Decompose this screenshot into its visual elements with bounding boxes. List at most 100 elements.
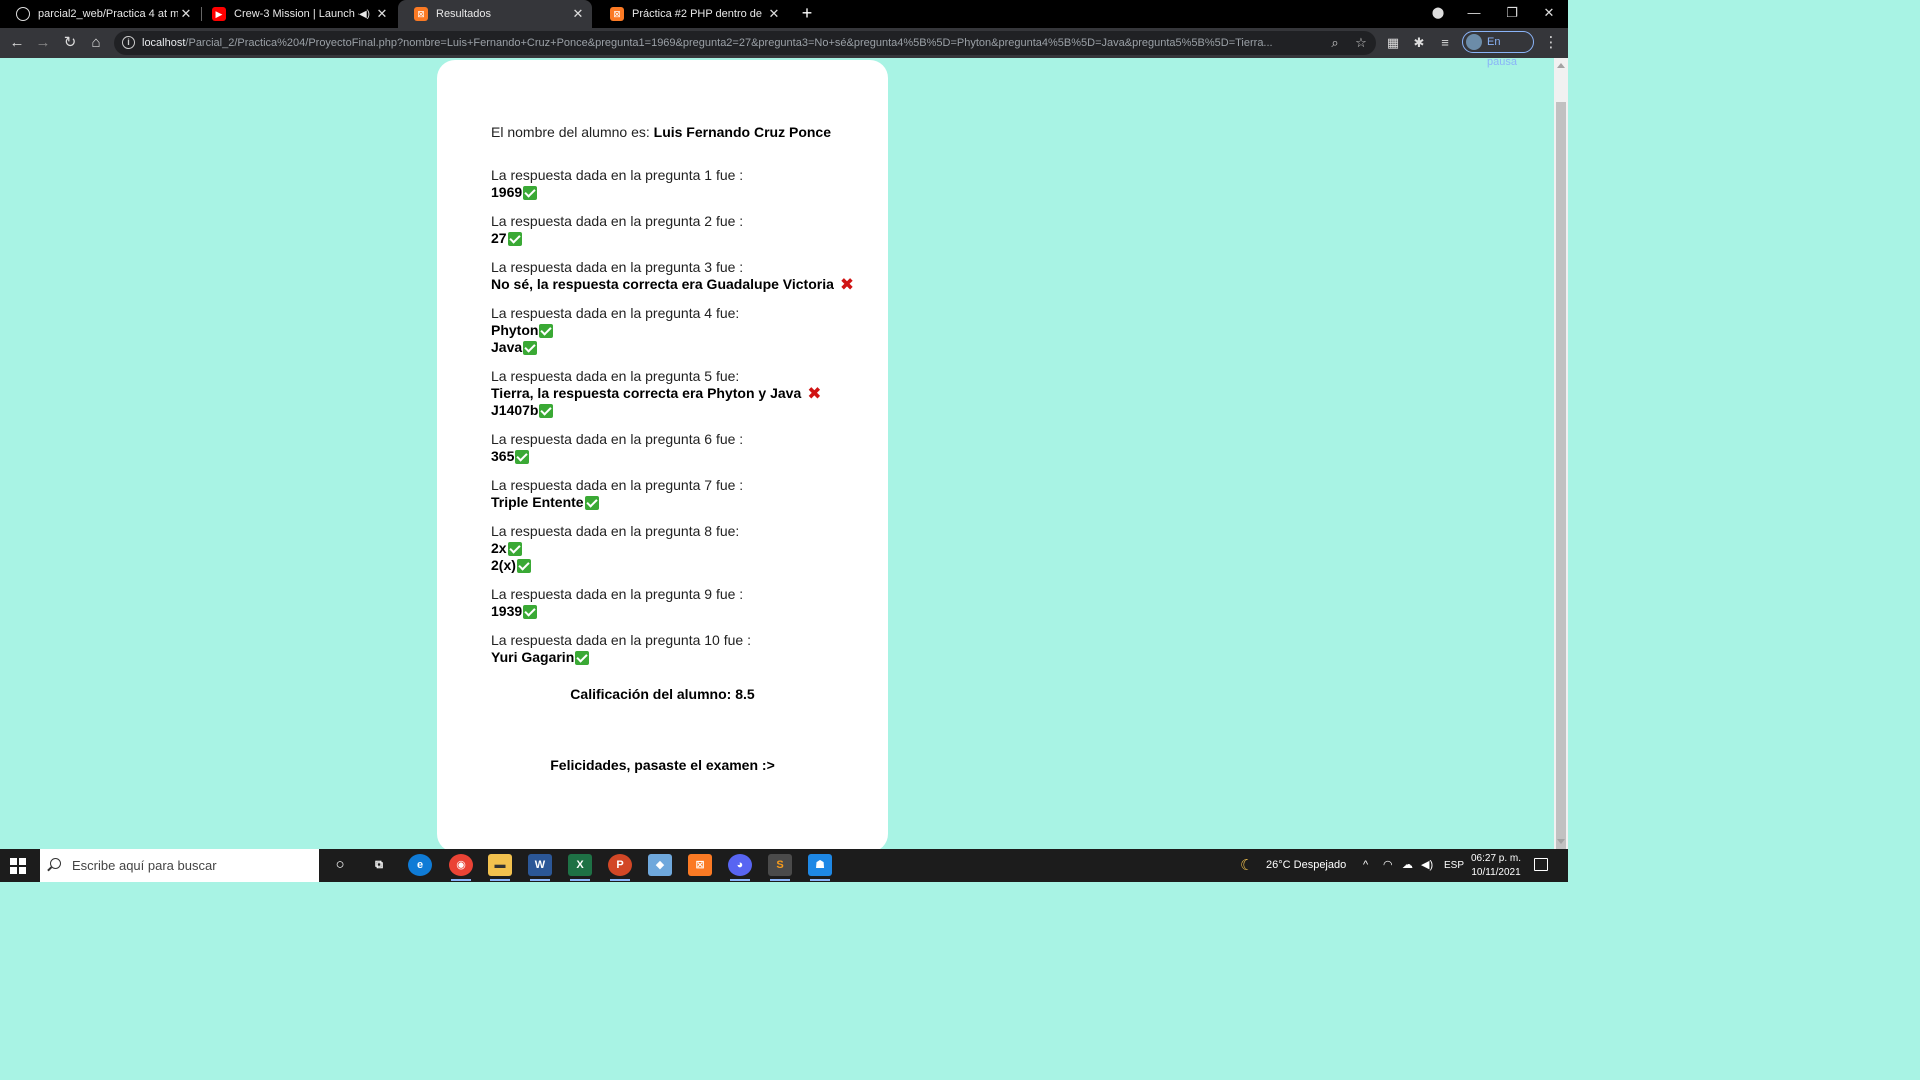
file-explorer-icon[interactable]: ▬ [488,854,512,881]
cortana-icon[interactable]: ○ [328,854,352,876]
close-icon[interactable]: ✕ [374,6,390,22]
answer-text: Tierra, la respuesta correcta era Phyton… [491,385,802,401]
answer-text: Triple Entente [491,494,584,510]
onedrive-icon[interactable]: ☁ [1402,849,1413,882]
menu-kebab-icon[interactable]: ⋮ [1540,32,1562,54]
clock-time: 06:27 p. m. [1470,853,1522,864]
wifi-icon[interactable]: ◠ [1383,849,1393,882]
tray-chevron-icon[interactable]: ^ [1363,849,1368,882]
url-text[interactable]: localhost/Parcial_2/Practica%204/Proyect… [142,31,1322,55]
answer-text: J1407b [491,402,539,418]
user-app-icon[interactable]: ☗ [808,854,832,881]
close-window-button[interactable]: ✕ [1530,0,1568,28]
check-mark-icon [507,231,522,246]
task-view-icon[interactable]: ⧉ [367,854,391,876]
xampp-icon[interactable]: ⊠ [688,854,712,876]
youtube-icon: ▶ [212,7,226,21]
powerpoint-icon[interactable]: P [608,854,632,881]
weather-text[interactable]: 26°C Despejado [1266,849,1346,882]
question-block: La respuesta dada en la pregunta 7 fue :… [491,477,861,511]
answer-text: 365 [491,448,515,464]
notification-icon[interactable] [1534,858,1548,871]
page-scrollbar[interactable] [1554,58,1568,856]
extension-icon[interactable]: ▦ [1382,32,1404,54]
answer-row: 365 [491,448,861,465]
close-icon[interactable]: ✕ [766,6,782,22]
scroll-down-arrow[interactable] [1557,839,1565,844]
tab-resultados[interactable]: ⊠ Resultados ✕ [398,0,592,28]
browser-tab-strip: parcial2_web/Practica 4 at main · ✕ ▶ Cr… [0,0,1568,28]
excel-icon[interactable]: X [568,854,592,881]
chrome-icon[interactable]: ◉ [449,854,473,881]
tab-practica-2[interactable]: ⊠ Práctica #2 PHP dentro de HTML ✕ [594,0,788,28]
sublime-text-icon[interactable]: S [768,854,792,881]
check-mark-icon [523,340,538,355]
answer-text: No sé, la respuesta correcta era Guadalu… [491,276,834,292]
windows-start-icon[interactable] [10,858,26,874]
profile-label: En pausa [1487,36,1517,68]
address-bar[interactable]: i localhost/Parcial_2/Practica%204/Proye… [114,31,1376,55]
media-queue-icon[interactable]: ≡ [1434,32,1456,54]
answer-text: Phyton [491,322,539,338]
close-icon[interactable]: ✕ [570,6,586,22]
language-indicator[interactable]: ESP [1444,849,1464,882]
question-label: La respuesta dada en la pregunta 9 fue : [491,586,744,602]
puzzle-extensions-icon[interactable]: ✱ [1408,32,1430,54]
question-label: La respuesta dada en la pregunta 10 fue … [491,632,751,648]
speaker-icon[interactable]: ◀) [359,9,370,20]
check-mark-icon [584,495,599,510]
scrollbar-thumb[interactable] [1556,102,1566,856]
results-card: El nombre del alumno es: Luis Fernando C… [437,60,888,852]
back-button[interactable]: ← [6,32,28,54]
close-icon[interactable]: ✕ [178,6,194,22]
tab-search-icon[interactable]: ⬤ [1419,0,1457,28]
forward-button[interactable]: → [32,32,54,54]
clock-date: 10/11/2021 [1471,867,1521,878]
question-label: La respuesta dada en la pregunta 5 fue: [491,368,740,384]
cross-mark-icon: ✖ [807,383,822,403]
bookmark-star-icon[interactable]: ☆ [1352,34,1370,52]
question-label: La respuesta dada en la pregunta 2 fue : [491,213,744,229]
new-tab-button[interactable]: + [797,3,817,23]
word-icon[interactable]: W [528,854,552,881]
question-block: La respuesta dada en la pregunta 4 fue: P… [491,305,861,356]
answer-row: Yuri Gagarin [491,649,861,666]
questions-list: La respuesta dada en la pregunta 1 fue :… [491,167,861,666]
tab-youtube[interactable]: ▶ Crew-3 Mission | Launch - Yo ◀) ✕ [196,0,396,28]
answer-text: 27 [491,230,507,246]
question-block: La respuesta dada en la pregunta 8 fue: 2… [491,523,861,574]
clock[interactable]: 06:27 p. m. 10/11/2021 [1466,852,1526,880]
question-label: La respuesta dada en la pregunta 3 fue : [491,259,744,275]
home-button[interactable]: ⌂ [85,32,107,54]
tab-github[interactable]: parcial2_web/Practica 4 at main · ✕ [0,0,200,28]
answer-row: 2x [491,540,861,557]
url-path: /Parcial_2/Practica%204/ProyectoFinal.ph… [185,37,1273,49]
volume-icon[interactable]: ◀) [1421,849,1433,882]
discord-icon[interactable]: ◕ [728,854,752,881]
3d-viewer-icon[interactable]: ◆ [648,854,672,876]
reload-button[interactable]: ↻ [59,32,81,54]
minimize-button[interactable]: — [1455,0,1493,28]
question-block: La respuesta dada en la pregunta 1 fue :… [491,167,861,201]
edge-icon[interactable]: e [408,854,432,876]
check-mark-icon [515,449,530,464]
question-block: La respuesta dada en la pregunta 9 fue :… [491,586,861,620]
avatar [1466,34,1482,50]
zoom-icon[interactable]: ⌕ [1326,34,1344,52]
scroll-up-arrow[interactable] [1557,63,1565,68]
taskbar-search-box[interactable]: Escribe aquí para buscar [40,849,319,882]
congrats-text: Felicidades, pasaste el examen :> [550,757,775,773]
check-mark-icon [523,185,538,200]
question-block: La respuesta dada en la pregunta 2 fue :… [491,213,861,247]
answer-text: Yuri Gagarin [491,649,575,665]
info-icon[interactable]: i [122,36,135,49]
tab-title: Crew-3 Mission | Launch - Yo [234,8,359,20]
check-mark-icon [523,604,538,619]
weather-moon-icon[interactable]: ☾ [1240,849,1253,882]
profile-button[interactable]: En pausa [1462,31,1534,68]
restore-button[interactable]: ❐ [1493,0,1531,28]
student-line: El nombre del alumno es: Luis Fernando C… [491,124,861,141]
check-mark-icon [507,541,522,556]
answer-row: 27 [491,230,861,247]
github-icon [16,7,30,21]
